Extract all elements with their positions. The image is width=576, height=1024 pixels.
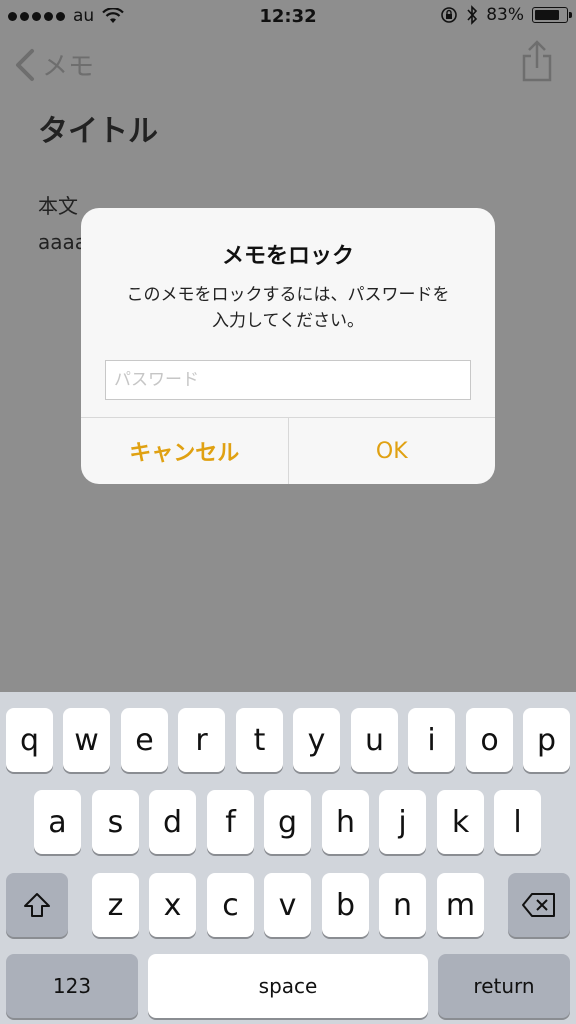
key-d[interactable]: d: [149, 790, 196, 854]
key-h[interactable]: h: [322, 790, 369, 854]
key-f[interactable]: f: [207, 790, 254, 854]
dialog-message: このメモをロックするには、パスワードを 入力してください。: [101, 282, 475, 334]
key-q[interactable]: q: [6, 708, 53, 772]
key-k[interactable]: k: [437, 790, 484, 854]
key-s[interactable]: s: [92, 790, 139, 854]
lock-note-dialog: メモをロック このメモをロックするには、パスワードを 入力してください。 キャン…: [81, 208, 495, 484]
keyboard: q w e r t y u i o p a s d f g h j k l z …: [0, 692, 576, 1024]
key-l[interactable]: l: [494, 790, 541, 854]
dialog-title: メモをロック: [221, 244, 354, 269]
key-j[interactable]: j: [379, 790, 426, 854]
note-body-line: 本文: [38, 194, 78, 218]
dialog-message-line: 入力してください。: [212, 311, 364, 331]
rotation-lock-icon: [441, 7, 458, 23]
note-title: タイトル: [38, 114, 158, 149]
key-u[interactable]: u: [351, 708, 398, 772]
password-input[interactable]: [105, 360, 471, 400]
key-m[interactable]: m: [437, 873, 484, 937]
chevron-left-icon: [16, 48, 34, 81]
dialog-message-line: このメモをロックするには、パスワードを: [126, 285, 450, 305]
dialog-buttons: キャンセル OK: [81, 417, 495, 484]
battery-level-fill: [535, 10, 560, 20]
cancel-button[interactable]: キャンセル: [81, 418, 289, 484]
key-e[interactable]: e: [121, 708, 168, 772]
key-v[interactable]: v: [264, 873, 311, 937]
navigation-bar: メモ: [0, 40, 576, 90]
back-button[interactable]: メモ: [14, 46, 94, 83]
key-z[interactable]: z: [92, 873, 139, 937]
status-bar: au 12:32 83%: [0, 0, 576, 34]
battery-percent: 83%: [486, 5, 524, 25]
key-a[interactable]: a: [34, 790, 81, 854]
key-n[interactable]: n: [379, 873, 426, 937]
share-icon[interactable]: [520, 40, 554, 84]
delete-key[interactable]: [508, 873, 570, 937]
battery-icon: [532, 7, 572, 23]
space-key[interactable]: space: [148, 954, 428, 1018]
key-w[interactable]: w: [63, 708, 110, 772]
return-key[interactable]: return: [438, 954, 570, 1018]
numbers-key[interactable]: 123: [6, 954, 138, 1018]
key-c[interactable]: c: [207, 873, 254, 937]
shift-key[interactable]: [6, 873, 68, 937]
note-body: 本文 aaaa: [38, 188, 87, 260]
key-r[interactable]: r: [178, 708, 225, 772]
key-y[interactable]: y: [293, 708, 340, 772]
status-right: 83%: [440, 5, 572, 25]
back-button-label: メモ: [42, 52, 95, 82]
key-t[interactable]: t: [236, 708, 283, 772]
key-p[interactable]: p: [523, 708, 570, 772]
shift-arrow-icon: [24, 893, 50, 917]
key-o[interactable]: o: [466, 708, 513, 772]
bluetooth-icon: [467, 5, 478, 25]
note-body-line: aaaa: [38, 230, 88, 254]
key-x[interactable]: x: [149, 873, 196, 937]
key-i[interactable]: i: [408, 708, 455, 772]
ok-button[interactable]: OK: [289, 418, 496, 484]
backspace-icon: [522, 893, 555, 917]
key-b[interactable]: b: [322, 873, 369, 937]
key-g[interactable]: g: [264, 790, 311, 854]
